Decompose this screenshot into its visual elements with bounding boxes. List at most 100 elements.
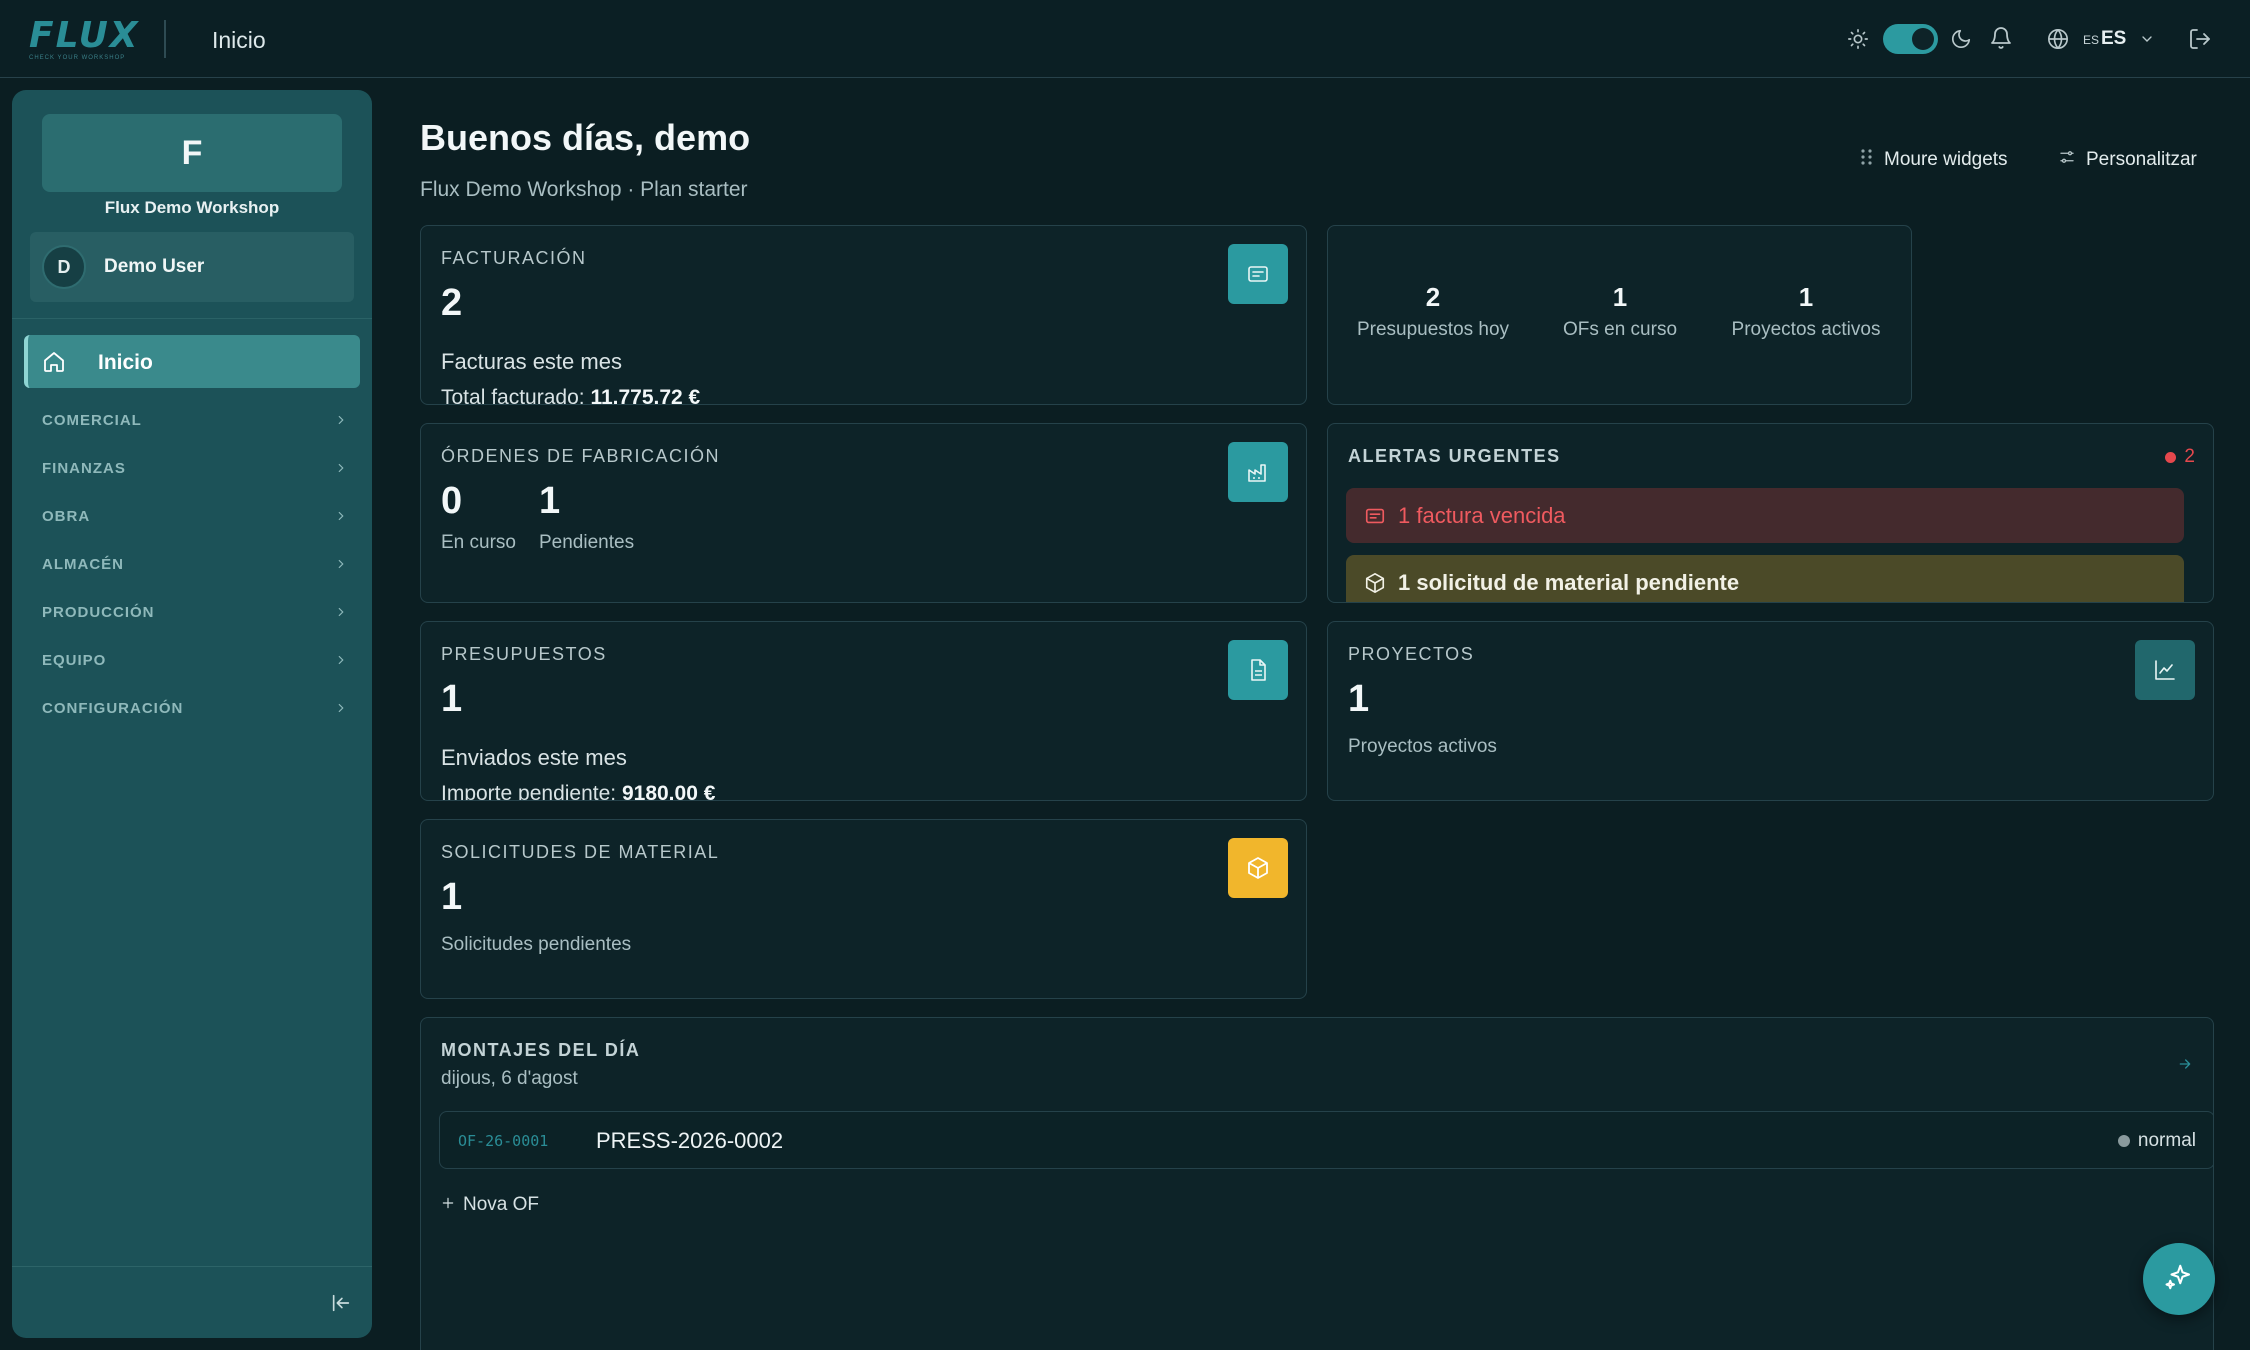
section-label: EQUIPO: [42, 652, 107, 669]
sidebar-section-almacen[interactable]: ALMACÉN: [42, 549, 352, 579]
proyectos-desc: Proyectos activos: [1348, 736, 1497, 757]
ordenes-widget[interactable]: ÓRDENES DE FABRICACIÓN 0 1 En curso Pend…: [420, 423, 1307, 603]
solicitudes-count: 1: [441, 876, 463, 918]
language-flag[interactable]: ES: [2083, 33, 2099, 47]
priority-label: normal: [2137, 1130, 2196, 1151]
sun-icon[interactable]: [1847, 28, 1869, 50]
stat-ofs-en-curso: 1 OFs en curso: [1520, 282, 1720, 341]
sidebar-section-configuracion[interactable]: CONFIGURACIÓN: [42, 693, 352, 723]
sidebar-section-equipo[interactable]: EQUIPO: [42, 645, 352, 675]
chevron-right-icon: [334, 701, 348, 719]
bell-icon[interactable]: [1989, 26, 2013, 50]
move-widgets-button[interactable]: Moure widgets: [1860, 148, 2008, 172]
home-icon: [42, 350, 66, 374]
ofs-pending-value: 1: [539, 480, 561, 522]
invoice-icon: [1228, 244, 1288, 304]
alert-material-request[interactable]: 1 solicitud de material pendiente: [1346, 555, 2184, 602]
chevron-right-icon: [334, 557, 348, 575]
workspace-subtitle: Flux Demo Workshop · Plan starter: [420, 178, 748, 201]
alert-count-badge: 2: [2165, 446, 2195, 468]
sidebar-section-produccion[interactable]: PRODUCCIÓN: [42, 597, 352, 627]
sidebar-footer: [12, 1266, 372, 1338]
user-name: Demo User: [104, 256, 205, 277]
sidebar-item-label: Inicio: [98, 351, 153, 374]
new-of-label: Nova OF: [463, 1194, 540, 1215]
package-icon: [1364, 572, 1386, 600]
ofs-in-progress-label: En curso: [441, 532, 516, 553]
widget-title: FACTURACIÓN: [441, 248, 587, 268]
stat-value: 2: [1425, 282, 1441, 312]
section-label: CONFIGURACIÓN: [42, 700, 184, 717]
table-row[interactable]: OF-26-0001 PRESS-2026-0002 normal: [439, 1111, 2213, 1169]
presupuestos-count: 1: [441, 678, 463, 720]
moon-icon[interactable]: [1950, 28, 1972, 50]
avatar: D: [42, 245, 86, 289]
invoice-total: Total facturado: 11.775.72 €: [441, 386, 701, 405]
globe-icon[interactable]: [2047, 28, 2069, 50]
logout-icon[interactable]: [2188, 27, 2212, 51]
summary-widget[interactable]: 2 Presupuestos hoy 1 OFs en curso 1 Proy…: [1327, 225, 1912, 405]
solicitudes-widget[interactable]: SOLICITUDES DE MATERIAL 1 Solicitudes pe…: [420, 819, 1307, 999]
stat-presupuestos-hoy: 2 Presupuestos hoy: [1333, 282, 1533, 341]
presupuestos-pending: Importe pendiente: 9180.00 €: [441, 782, 716, 801]
pending-value: 9180.00 €: [621, 782, 716, 801]
user-card[interactable]: D Demo User: [30, 232, 354, 302]
widget-title: PRESUPUESTOS: [441, 644, 607, 664]
customize-button[interactable]: Personalitzar: [2058, 148, 2197, 172]
section-label: PRODUCCIÓN: [42, 604, 155, 621]
stat-label: OFs en curso: [1562, 319, 1678, 340]
sidebar-section-obra[interactable]: OBRA: [42, 501, 352, 531]
chevron-right-icon: [334, 461, 348, 479]
stat-proyectos-activos: 1 Proyectos activos: [1706, 282, 1906, 341]
widget-title: PROYECTOS: [1348, 644, 1475, 664]
total-value: 11.775.72 €: [590, 386, 701, 405]
alert-dot: [2165, 451, 2177, 463]
widget-title: MONTAJES DEL DÍA: [441, 1040, 641, 1060]
stat-label: Presupuestos hoy: [1356, 319, 1510, 340]
section-label: COMERCIAL: [42, 412, 142, 429]
new-of-button[interactable]: Nova OF: [441, 1194, 539, 1216]
greeting-heading: Buenos días, demo: [420, 117, 751, 158]
sparkles-icon: [2164, 1262, 2194, 1297]
flux-logo[interactable]: FLUX CHECK YOUR WORKSHOP: [29, 18, 145, 62]
move-widgets-label: Moure widgets: [1884, 149, 2008, 170]
solicitudes-desc: Solicitudes pendientes: [441, 934, 632, 955]
page-title: Inicio: [212, 27, 266, 53]
facturacion-widget[interactable]: FACTURACIÓN 2 Facturas este mes Total fa…: [420, 225, 1307, 405]
chevron-right-icon: [334, 509, 348, 527]
stat-value: 1: [1798, 282, 1814, 312]
collapse-sidebar-icon[interactable]: [330, 1292, 352, 1314]
sliders-icon: [2058, 148, 2076, 172]
alertas-widget[interactable]: ALERTAS URGENTES 2 1 factura vencida 1 s…: [1327, 423, 2214, 603]
sidebar-item-inicio[interactable]: Inicio: [24, 335, 360, 388]
ofs-in-progress-value: 0: [441, 480, 463, 522]
pending-label: Importe pendiente:: [441, 782, 617, 801]
invoice-count: 2: [441, 282, 463, 324]
sidebar-section-finanzas[interactable]: FINANZAS: [42, 453, 352, 483]
invoice-desc: Facturas este mes: [441, 349, 622, 374]
sidebar: F Flux Demo Workshop D Demo User Inicio …: [12, 90, 372, 1338]
toggle-knob: [1912, 28, 1934, 50]
of-code: OF-26-0001: [458, 1132, 549, 1150]
proyectos-widget[interactable]: PROYECTOS 1 Proyectos activos: [1327, 621, 2214, 801]
invoice-icon: [1364, 505, 1386, 533]
chart-line-icon: [2135, 640, 2195, 700]
montajes-date: dijous, 6 d'agost: [441, 1068, 578, 1089]
theme-toggle[interactable]: [1883, 24, 1938, 54]
section-label: FINANZAS: [42, 460, 126, 477]
language-selector[interactable]: ES: [2101, 28, 2126, 50]
presupuestos-widget[interactable]: PRESUPUESTOS 1 Enviados este mes Importe…: [420, 621, 1307, 801]
arrow-right-icon[interactable]: [2177, 1056, 2193, 1077]
widget-title: SOLICITUDES DE MATERIAL: [441, 842, 720, 862]
chevron-down-icon[interactable]: [2139, 31, 2155, 47]
proyectos-count: 1: [1348, 678, 1370, 720]
chevron-right-icon: [334, 653, 348, 671]
ai-assistant-button[interactable]: [2143, 1243, 2215, 1315]
alert-overdue-invoice[interactable]: 1 factura vencida: [1346, 488, 2184, 543]
sidebar-section-comercial[interactable]: COMERCIAL: [42, 405, 352, 435]
document-icon: [1228, 640, 1288, 700]
montajes-widget[interactable]: MONTAJES DEL DÍA dijous, 6 d'agost OF-26…: [420, 1017, 2214, 1350]
widget-title: ALERTAS URGENTES: [1348, 446, 1561, 466]
alert-count: 2: [2184, 446, 2195, 467]
org-avatar[interactable]: F: [42, 114, 342, 192]
